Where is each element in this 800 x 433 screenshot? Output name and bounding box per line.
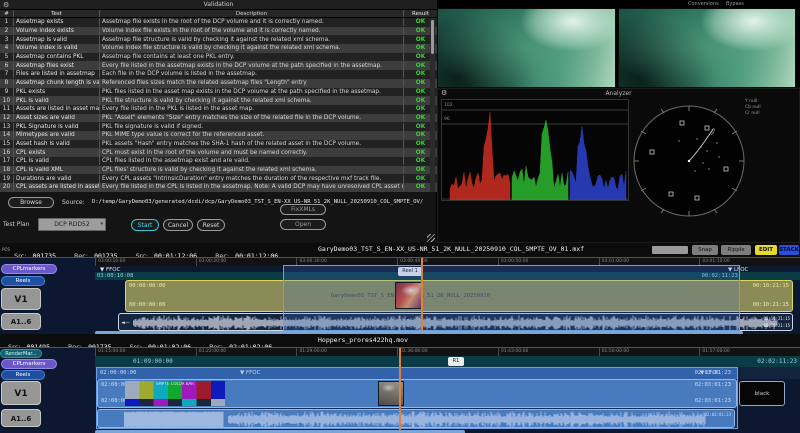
source-path: D:/temp/GaryDemo03/generated/dcdi/dcp/Ga… (92, 199, 430, 205)
table-row[interactable]: 4 Volume index is valid Volume index fil… (0, 44, 437, 53)
resize-grip[interactable] (427, 234, 435, 242)
audio-tracks-button-2[interactable]: A1..6 (1, 409, 41, 427)
waveform-scale-top: 102 (444, 103, 453, 108)
black-clip[interactable]: black (739, 381, 785, 406)
cancel-button[interactable]: Cancel (163, 219, 193, 231)
table-row[interactable]: 20 CPL assets are listed in assetmap Eve… (0, 183, 437, 192)
test-plan-label: Test Plan (3, 221, 30, 228)
video-track-v1-button[interactable]: V1 (1, 288, 41, 310)
pos-field-box[interactable] (652, 246, 688, 254)
table-row[interactable]: 15 Asset hash is valid PKL assets "Hash"… (0, 140, 437, 149)
settings-gear-icon[interactable]: ⚙ (3, 0, 9, 10)
pos-fields: Src: 001735Rec: 001735Src: 00:01:12:06Re… (14, 243, 296, 257)
table-row[interactable]: 6 Assetmap files exist Every file listed… (0, 61, 437, 70)
cpl-markers-button[interactable]: CPLmarkers (1, 264, 57, 274)
table-row[interactable]: 19 Durations are valid Every CPL assets … (0, 174, 437, 183)
render-marker-button[interactable]: RenderMar... (0, 349, 42, 358)
vectorscope (629, 97, 749, 227)
table-scrollbar[interactable] (430, 18, 435, 192)
app-screen: ⚙ Validation # Test Description Result 1… (0, 0, 800, 433)
reel-r1-label[interactable]: R1 (448, 357, 464, 366)
open-button[interactable]: Open (280, 219, 326, 230)
col-description: Description (99, 10, 403, 17)
reset-button[interactable]: Reset (197, 219, 225, 231)
source-label: Source: (62, 199, 85, 206)
timeline2-ruler[interactable]: 01:15:00:0001:22:00:0001:29:00:0001:36:0… (95, 348, 800, 356)
record-timeline: 03:00:10:0003:00:20:0003:00:30:0003:00:4… (0, 257, 800, 334)
browse-button[interactable]: Browse (8, 197, 54, 208)
reel2-end-timecode: 02:02:11:23 (757, 358, 797, 365)
fixxmls-button[interactable]: FixXMLs (280, 204, 326, 215)
analyzer-panel: ⚙ Analyzer 102 96 (437, 88, 800, 243)
reel2-start-timecode: 01:09:00:00 (133, 358, 173, 365)
col-num: # (0, 10, 13, 17)
pos-bar: POS Src: 001735Rec: 001735Src: 00:01:12:… (0, 243, 800, 257)
scrollbar-thumb[interactable] (431, 20, 434, 54)
pos-filename: GaryDemo03_TST_S_EN-XX_US-NR_51_2K_NULL_… (318, 243, 618, 256)
table-row[interactable]: 18 CPL is valid XML CPL files' structure… (0, 166, 437, 175)
table-row[interactable]: 1 Assetmap exists Assetmap file exists i… (0, 18, 437, 27)
reels-button[interactable]: Reels (1, 276, 45, 286)
ripple-button[interactable]: Ripple (721, 245, 751, 255)
table-row[interactable]: 7 Files are listed in assetmap Each file… (0, 70, 437, 79)
video-preview-left (437, 8, 616, 88)
table-row[interactable]: 13 PKL Signature is valid PKL file signa… (0, 122, 437, 131)
reel-start-timecode: 03:00:10:08 (97, 273, 133, 280)
menu-bypass[interactable]: Bypass (726, 1, 744, 7)
edit-mode-button[interactable]: EDIT (755, 245, 777, 255)
panel-title: Validation (204, 1, 234, 8)
validation-table-body: 1 Assetmap exists Assetmap file exists i… (0, 18, 437, 192)
menu-conversions[interactable]: Conversions (688, 1, 719, 7)
waveform-scale-mid: 96 (444, 117, 450, 122)
rgb-waveform (441, 99, 629, 201)
table-row[interactable]: 8 Assetmap chunk length is valid Referen… (0, 79, 437, 88)
src-bar: Src: 001495Rec: 001735Src: 00:01:02:06Re… (0, 334, 800, 347)
table-row[interactable]: 3 Assetmap is valid Assetmap file struct… (0, 35, 437, 44)
table-header: # Test Description Result (0, 10, 437, 18)
validation-titlebar: ⚙ Validation (0, 0, 437, 10)
cpl-markers-button-2[interactable]: CPLmarkers (1, 359, 57, 369)
stack-mode-button[interactable]: STACK (779, 245, 799, 255)
table-row[interactable]: 2 Volume index exists Volume index file … (0, 27, 437, 36)
table-row[interactable]: 12 Asset sizes are valid PKL "Asset" ele… (0, 114, 437, 123)
col-result: Result (403, 10, 437, 17)
table-row[interactable]: 16 CPL exists CPL must exist in the root… (0, 148, 437, 157)
video-preview-right (618, 8, 796, 88)
selection-region-2[interactable] (96, 367, 738, 429)
reels-button-2[interactable]: Reels (1, 370, 45, 380)
table-row[interactable]: 17 CPL is valid CPL files listed in the … (0, 157, 437, 166)
selection-region[interactable] (283, 265, 740, 331)
src-fields: Src: 001495Rec: 001735Src: 00:01:02:06Re… (8, 334, 290, 348)
playhead-2[interactable] (399, 348, 401, 430)
table-row[interactable]: 14 Mimetypes are valid PKL MIME type val… (0, 131, 437, 140)
col-test: Test (13, 10, 99, 17)
start-button[interactable]: Start (131, 219, 159, 231)
table-row[interactable]: 9 PKL exists PKL files listed in the ass… (0, 88, 437, 97)
audio-tracks-button[interactable]: A1..6 (1, 313, 41, 330)
src-filename: Hoppers_prores422hq.mov (318, 334, 618, 347)
source-timeline: 01:15:00:0001:22:00:0001:29:00:0001:36:0… (0, 347, 800, 433)
chevron-down-icon: ▾ (100, 219, 103, 230)
video-track-v1-button-2[interactable]: V1 (1, 381, 41, 405)
test-plan-dropdown[interactable]: DCP RDD52 ▾ (38, 218, 106, 231)
table-row[interactable]: 11 Assets are listed in asset map Every … (0, 105, 437, 114)
playhead[interactable] (421, 258, 423, 332)
table-row[interactable]: 5 Assetmap contains PKL Assetmap file co… (0, 53, 437, 62)
analyzer-readouts: Y nullCb nullCr null (745, 99, 797, 117)
snap-button[interactable]: Snap (692, 245, 718, 255)
pos-label: POS (2, 247, 10, 252)
loop-arrow-icon: ◄— (121, 320, 130, 326)
validation-panel: ⚙ Validation # Test Description Result 1… (0, 0, 437, 243)
table-row[interactable]: 10 PKL is valid PKL file structure is va… (0, 96, 437, 105)
